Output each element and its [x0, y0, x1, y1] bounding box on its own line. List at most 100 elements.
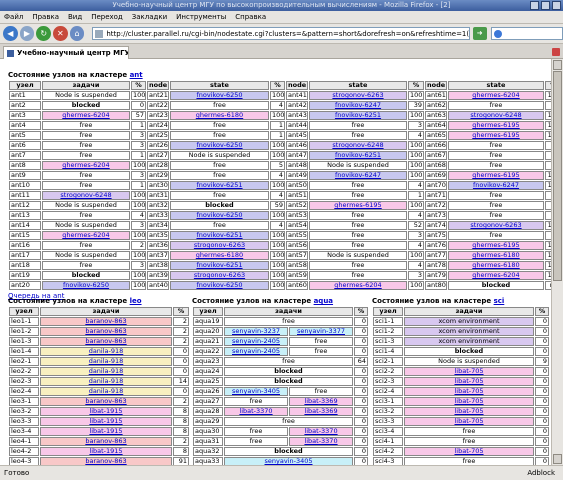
node-state[interactable]: baranov-863 [40, 317, 172, 326]
node-state[interactable]: fnovikov-6250 [170, 141, 269, 150]
search-input[interactable] [490, 27, 563, 40]
menu-go[interactable]: Переход [91, 13, 123, 21]
node-state[interactable]: ghermes-6195 [448, 171, 544, 180]
forward-button[interactable]: ▶ [19, 26, 35, 41]
node-state[interactable]: danila-918 [40, 367, 172, 376]
node-state[interactable]: senyavin-3237 [224, 327, 288, 336]
minimize-button[interactable] [530, 1, 539, 10]
node-state[interactable]: baranov-863 [40, 337, 172, 346]
node-state[interactable]: senyavin-3405 [224, 457, 354, 465]
node-state[interactable]: ghermes-6180 [448, 261, 544, 270]
node-state[interactable]: ghermes-6204 [309, 281, 407, 290]
node-state[interactable]: ghermes-6195 [448, 121, 544, 130]
ant-col-header: % [408, 81, 424, 90]
node-state[interactable]: baranov-863 [40, 397, 172, 406]
home-button[interactable]: ⌂ [69, 26, 85, 41]
node-state[interactable]: fnovikov-6251 [170, 261, 269, 270]
vertical-scrollbar[interactable] [551, 59, 563, 465]
node-state[interactable]: strogonov-6263 [448, 221, 544, 230]
node-state[interactable]: senyavin-3405 [224, 387, 288, 396]
menu-help[interactable]: Справка [235, 13, 266, 21]
node-state[interactable]: fnovikov-6250 [170, 211, 269, 220]
url-input[interactable]: http://cluster.parallel.ru/cgi-bin/nodes… [92, 27, 470, 40]
node-state[interactable]: libat-3370 [289, 427, 354, 436]
node-state[interactable]: strogonov-6263 [170, 241, 269, 250]
node-state[interactable]: fnovikov-6247 [309, 101, 407, 110]
node-state[interactable]: libat-3369 [289, 407, 354, 416]
node-state[interactable]: libat-705 [404, 397, 534, 406]
menu-view[interactable]: Вид [68, 13, 82, 21]
ant-heading-link[interactable]: ant [130, 71, 143, 79]
node-state[interactable]: danila-918 [40, 377, 172, 386]
node-state[interactable]: libat-3369 [289, 397, 354, 406]
scroll-down-icon[interactable] [553, 454, 562, 464]
node-state[interactable]: libat-705 [404, 377, 534, 386]
aqua-heading-link[interactable]: aqua [314, 297, 333, 305]
node-state[interactable]: libat-3370 [289, 437, 354, 446]
reload-button[interactable]: ↻ [36, 26, 52, 41]
node-state[interactable]: libat-705 [404, 447, 534, 456]
menu-tools[interactable]: Инструменты [176, 13, 226, 21]
node-state[interactable]: ghermes-6204 [448, 271, 544, 280]
node-state[interactable]: ghermes-6195 [309, 201, 407, 210]
menu-edit[interactable]: Правка [32, 13, 59, 21]
stop-button[interactable]: ✕ [53, 26, 68, 41]
node-state[interactable]: fnovikov-6250 [170, 281, 269, 290]
tab-current[interactable]: Учебно-научный центр МГУ... [3, 46, 129, 59]
scrollbar-thumb[interactable] [553, 71, 562, 281]
node-state[interactable]: ghermes-6204 [42, 161, 130, 170]
node-state[interactable]: libat-3370 [224, 407, 288, 416]
node-state[interactable]: senyavin-2405 [224, 347, 288, 356]
node-state[interactable]: fnovikov-6251 [170, 181, 269, 190]
node-state[interactable]: ghermes-6204 [42, 111, 130, 120]
close-window-button[interactable] [552, 1, 561, 10]
node-state[interactable]: danila-918 [40, 357, 172, 366]
node-state[interactable]: libat-705 [404, 387, 534, 396]
node-state[interactable]: danila-918 [40, 387, 172, 396]
node-state[interactable]: senyavin-3377 [289, 327, 354, 336]
node-state[interactable]: ghermes-6180 [170, 251, 269, 260]
node-state[interactable]: strogonov-6248 [448, 111, 544, 120]
go-button[interactable]: ➜ [472, 27, 487, 40]
node-state[interactable]: libat-705 [404, 367, 534, 376]
node-state[interactable]: ghermes-6180 [170, 111, 269, 120]
back-button[interactable]: ◀ [3, 26, 18, 41]
node-state[interactable]: fnovikov-6247 [448, 181, 544, 190]
node-state[interactable]: fnovikov-6251 [170, 231, 269, 240]
node-state[interactable]: senyavin-2405 [224, 337, 288, 346]
node-state[interactable]: danila-918 [40, 347, 172, 356]
close-tab-icon[interactable] [552, 48, 560, 56]
node-state[interactable]: fnovikov-6251 [309, 151, 407, 160]
node-state[interactable]: libat-1915 [40, 407, 172, 416]
scroll-up-icon[interactable] [553, 60, 562, 70]
leo-heading-link[interactable]: leo [130, 297, 142, 305]
node-state[interactable]: strogonov-6248 [42, 191, 130, 200]
node-state[interactable]: fnovikov-6247 [309, 171, 407, 180]
node-state[interactable]: libat-705 [404, 407, 534, 416]
menu-file[interactable]: Файл [4, 13, 23, 21]
maximize-button[interactable] [541, 1, 550, 10]
node-state[interactable]: ghermes-6195 [448, 241, 544, 250]
node-state[interactable]: baranov-863 [40, 457, 172, 465]
sci-heading-link[interactable]: sci [494, 297, 505, 305]
node-state[interactable]: ghermes-6195 [448, 131, 544, 140]
node-state[interactable]: strogonov-6263 [170, 271, 269, 280]
node-state[interactable]: strogonov-6248 [309, 141, 407, 150]
node-state[interactable]: strogonov-6263 [309, 91, 407, 100]
node-state[interactable]: libat-1915 [40, 417, 172, 426]
node-state[interactable]: baranov-863 [40, 437, 172, 446]
node-state[interactable]: fnovikov-6250 [42, 281, 130, 290]
node-state[interactable]: fnovikov-6251 [309, 111, 407, 120]
adblock-button[interactable]: Adblock [527, 466, 555, 480]
node-state[interactable]: libat-1915 [40, 427, 172, 436]
table-row: leo3-2 libat-1915 8 [9, 407, 189, 416]
node-state[interactable]: libat-705 [404, 417, 534, 426]
node-state[interactable]: ghermes-6180 [448, 251, 544, 260]
node-state[interactable]: fnovikov-6250 [170, 91, 269, 100]
node-state[interactable]: baranov-863 [40, 327, 172, 336]
node-load: 100 [408, 281, 424, 290]
node-state[interactable]: ghermes-6204 [448, 91, 544, 100]
node-state[interactable]: ghermes-6204 [42, 231, 130, 240]
menu-bookmarks[interactable]: Закладки [132, 13, 167, 21]
node-state[interactable]: libat-1915 [40, 447, 172, 456]
